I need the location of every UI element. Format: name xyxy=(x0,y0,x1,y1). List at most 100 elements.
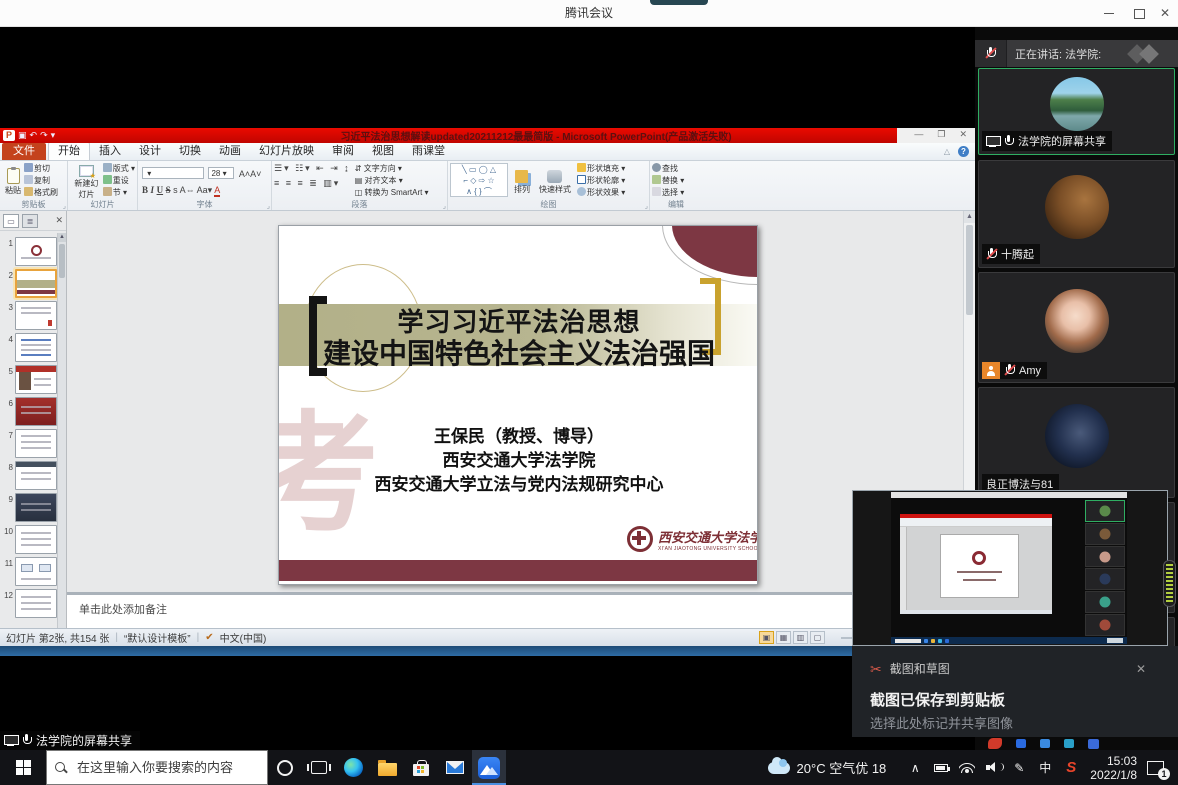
font-size-combo[interactable]: 28 ▾ xyxy=(208,167,234,179)
tab-home[interactable]: 开始 xyxy=(48,142,90,160)
participant-tile-3[interactable]: Amy xyxy=(978,272,1175,383)
find-button[interactable]: 查找 xyxy=(652,163,700,175)
shadow-button[interactable]: s xyxy=(173,185,178,195)
slide-org1[interactable]: 西安交通大学法学院 xyxy=(299,446,739,471)
search-input[interactable] xyxy=(75,759,250,776)
arrange-button[interactable]: 排列 xyxy=(511,163,533,201)
help-icon[interactable]: ? xyxy=(958,146,969,157)
toolbar-notch[interactable] xyxy=(650,0,708,5)
font-name-combo[interactable]: ▾ xyxy=(142,167,204,179)
list-indent-icons[interactable]: ☰▾ ☷▾ ⇤ ⇥ ↨ xyxy=(274,163,351,174)
italic-button[interactable]: I xyxy=(151,185,155,195)
screenshot-preview[interactable] xyxy=(852,490,1168,646)
tab-transitions[interactable]: 切换 xyxy=(170,143,210,160)
slide-thumb-12[interactable]: 12 xyxy=(0,589,57,618)
slide-title-line2[interactable]: 建设中国特色社会主义法治强国 xyxy=(319,332,719,372)
toast-close-icon[interactable]: ✕ xyxy=(1136,662,1162,676)
new-slide-button[interactable]: 新建幻灯片 xyxy=(70,163,103,201)
file-explorer-button[interactable] xyxy=(370,750,404,785)
slide-thumb-4[interactable]: 4 xyxy=(0,333,57,362)
section-button[interactable]: 节 ▾ xyxy=(103,187,135,199)
task-view-button[interactable] xyxy=(302,750,336,785)
tab-view[interactable]: 视图 xyxy=(363,143,403,160)
participant-tile-4[interactable]: 良正博法与81 xyxy=(978,387,1175,498)
reset-button[interactable]: 重设 xyxy=(103,175,135,187)
edge-button[interactable] xyxy=(336,750,370,785)
slide-thumb-9[interactable]: 9 xyxy=(0,493,57,522)
slides-tab[interactable]: ▭ xyxy=(3,214,19,228)
panel-scrollbar[interactable]: ▲ xyxy=(57,233,66,628)
start-button[interactable] xyxy=(0,750,46,785)
mail-button[interactable] xyxy=(438,750,472,785)
slide-org2[interactable]: 西安交通大学立法与党内法规研究中心 xyxy=(299,470,739,495)
grow-font-icon[interactable]: A˄ xyxy=(239,169,250,179)
notification-subtitle[interactable]: 选择此处标记并共享图像 xyxy=(870,713,1162,732)
reading-view-icon[interactable]: ▥ xyxy=(793,631,808,644)
pen-icon[interactable]: ✎ xyxy=(1006,750,1032,785)
normal-view-icon[interactable]: ▣ xyxy=(759,631,774,644)
undo-icon[interactable]: ↶ xyxy=(30,130,38,141)
slide-thumb-11[interactable]: 11 xyxy=(0,557,57,586)
slide-thumb-8[interactable]: 8 xyxy=(0,461,57,490)
notes-pane[interactable]: 单击此处添加备注 xyxy=(67,592,975,628)
maximize-icon[interactable] xyxy=(1126,0,1152,27)
clipboard-dialog-launcher[interactable]: ⌟ xyxy=(63,202,66,210)
notification-title[interactable]: 截图已保存到剪贴板 xyxy=(870,689,1162,710)
save-icon[interactable]: ▣ xyxy=(18,130,27,141)
font-color-button[interactable]: A xyxy=(214,185,220,197)
tab-animations[interactable]: 动画 xyxy=(210,143,250,160)
ime-indicator[interactable]: 中 xyxy=(1032,750,1058,785)
view-buttons[interactable]: ▣ ▦ ▥ ▢ xyxy=(759,631,825,644)
shapes-gallery[interactable]: ╲ ▭ ◯ △⌐ ◇ ⇨ ☆∧ { } ⌒ xyxy=(450,163,508,197)
alignment-icons[interactable]: ≡ ≡ ≡ ≣ ▥▾ xyxy=(274,178,351,189)
speaker-icon[interactable] xyxy=(980,750,1006,785)
close-icon[interactable] xyxy=(1152,0,1178,27)
tray-expand-icon[interactable]: ∧ xyxy=(902,750,928,785)
slide-thumb-5[interactable]: 5 xyxy=(0,365,57,394)
panel-close-icon[interactable]: ✕ xyxy=(55,215,63,226)
wifi-icon[interactable] xyxy=(954,750,980,785)
sogou-icon[interactable]: S xyxy=(1058,750,1084,785)
change-case-icon[interactable]: Aa▾ xyxy=(197,185,213,195)
bold-button[interactable]: B xyxy=(142,185,148,195)
smartart-button[interactable]: ◫ 转换为 SmartArt ▾ xyxy=(355,187,429,199)
select-button[interactable]: 选择 ▾ xyxy=(652,187,700,199)
slide-thumb-7[interactable]: 7 xyxy=(0,429,57,458)
slide-thumb-6[interactable]: 6 xyxy=(0,397,57,426)
font-dialog-launcher[interactable]: ⌟ xyxy=(267,202,270,210)
sorter-view-icon[interactable]: ▦ xyxy=(776,631,791,644)
ribbon-collapse-icon[interactable]: △ xyxy=(944,147,950,156)
minimize-icon[interactable] xyxy=(1096,0,1122,27)
participant-tile-1[interactable]: 法学院的屏幕共享 xyxy=(978,68,1175,155)
tab-design[interactable]: 设计 xyxy=(130,143,170,160)
tab-insert[interactable]: 插入 xyxy=(90,143,130,160)
copy-button[interactable]: 复制 xyxy=(24,175,58,187)
tab-slideshow[interactable]: 幻灯片放映 xyxy=(250,143,323,160)
participant-tile-2[interactable]: 十腾起 xyxy=(978,160,1175,268)
tab-review[interactable]: 审阅 xyxy=(323,143,363,160)
redo-icon[interactable]: ↷ xyxy=(40,130,48,141)
drawing-dialog-launcher[interactable]: ⌟ xyxy=(645,202,648,210)
ppt-maximize-icon[interactable]: ❐ xyxy=(937,129,945,140)
slide-editor[interactable]: 考 学习习近平法治思想 建设中国特色社会主义法治强国 王保民（教授、博导） 西安… xyxy=(278,225,758,585)
ribbon-collapse-help[interactable]: △ ? xyxy=(944,146,969,157)
replace-button[interactable]: 替换 ▾ xyxy=(652,175,700,187)
store-button[interactable] xyxy=(404,750,438,785)
shape-outline-button[interactable]: 形状轮廓 ▾ xyxy=(577,175,625,187)
quick-styles-button[interactable]: 快速样式 xyxy=(536,163,574,201)
shape-effects-button[interactable]: 形状效果 ▾ xyxy=(577,187,625,199)
shrink-font-icon[interactable]: A˅ xyxy=(250,169,261,179)
slideshow-view-icon[interactable]: ▢ xyxy=(810,631,825,644)
slide-thumb-1[interactable]: 1 xyxy=(0,237,57,266)
taskbar-clock[interactable]: 15:03 2022/1/8 xyxy=(1090,754,1137,782)
ppt-close-icon[interactable]: ✕ xyxy=(959,129,967,140)
outline-tab[interactable]: ≣ xyxy=(22,214,38,228)
slide-author[interactable]: 王保民（教授、博导） xyxy=(299,422,739,447)
taskbar-search[interactable] xyxy=(46,750,268,785)
char-spacing-icon[interactable]: A⇔ xyxy=(180,185,195,195)
align-text-button[interactable]: ▤ 对齐文本 ▾ xyxy=(355,175,429,187)
cortana-button[interactable] xyxy=(268,750,302,785)
battery-icon[interactable] xyxy=(928,750,954,785)
powerpoint-app-icon[interactable]: P xyxy=(3,130,15,141)
slide-thumb-3[interactable]: 3 xyxy=(0,301,57,330)
